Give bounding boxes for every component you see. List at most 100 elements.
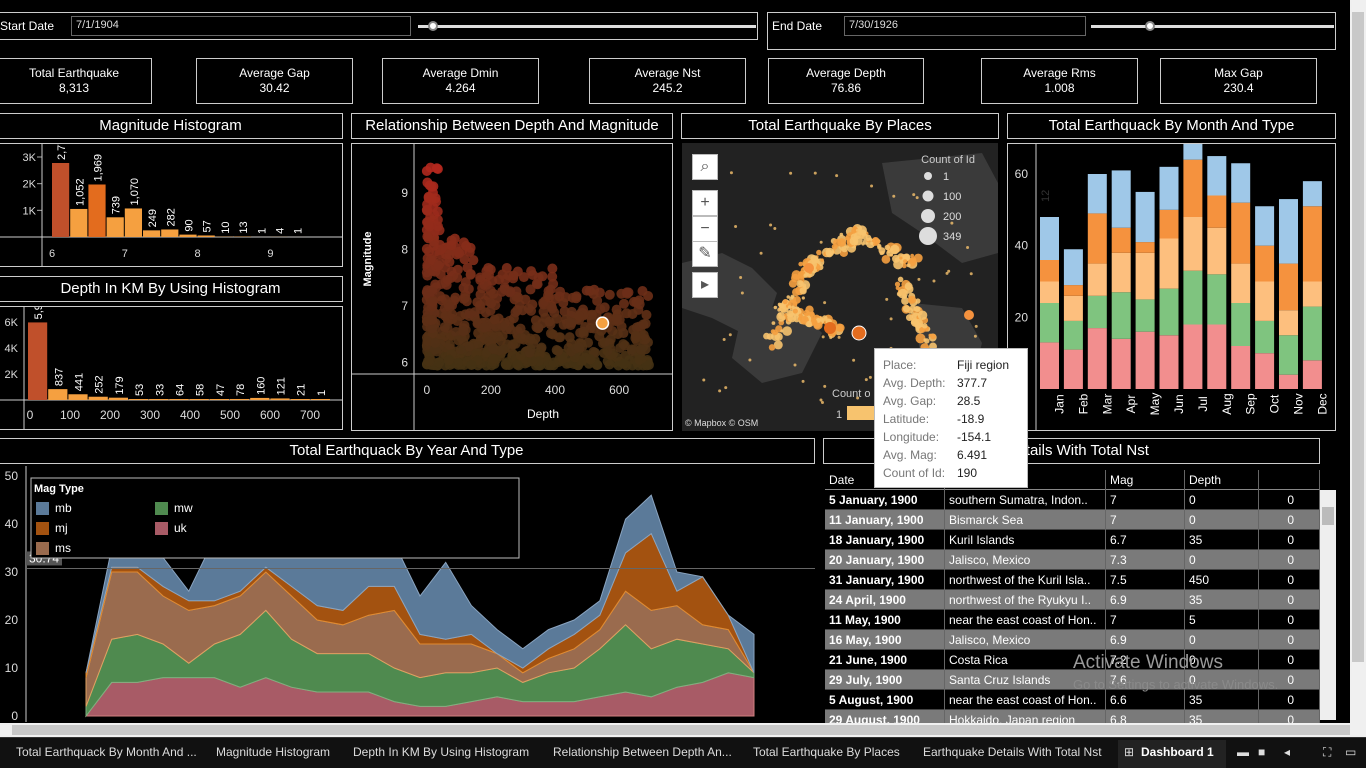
table-scrollbar-thumb[interactable] [1322,507,1334,525]
map-point [966,245,970,249]
depth-histogram-title: Depth In KM By Using Histogram [0,276,343,302]
month-bar-segment [1302,360,1322,389]
tooltip-value: -154.1 [957,430,992,444]
month-bar-segment [1255,353,1275,389]
back-icon[interactable]: ◂ [1284,745,1290,759]
mag-bar [124,208,142,237]
row-date: 31 January, 1900 [825,570,945,590]
row-date: 18 January, 1900 [825,530,945,550]
end-date-slider-handle[interactable] [1145,21,1155,31]
scatter-point [458,326,469,337]
scatter-point [432,206,443,217]
depth-bar-label: 47 [215,384,227,396]
depth-bar [270,398,290,400]
present-icon[interactable]: ▭ [1345,745,1356,759]
map-zoom-in-button[interactable]: + [692,190,718,216]
map-point [829,336,833,340]
end-date-slider[interactable] [1091,25,1334,28]
year-y-tick: 50 [5,469,19,483]
map-point [853,232,862,240]
mag-bar [179,234,197,237]
tab-depth-magnitude[interactable]: Relationship Between Depth An... [553,745,732,759]
tab-month-type[interactable]: Total Earthquack By Month And ... [16,745,197,759]
header-nst[interactable] [1259,470,1320,490]
table-row[interactable]: 16 May, 1900 Jalisco, Mexico 6.9 0 0 [825,630,1320,650]
header-mag[interactable]: Mag [1106,470,1185,490]
table-row[interactable]: 18 January, 1900 Kuril Islands 6.7 35 0 [825,530,1320,550]
depth-bar [68,394,88,400]
scatter-point [488,353,499,364]
year-legend-box [30,477,520,559]
start-date-input[interactable]: 7/1/1904 [71,16,411,36]
table-row[interactable]: 24 April, 1900 northwest of the Ryukyu I.… [825,590,1320,610]
scatter-point [533,322,544,333]
month-bar-segment [1063,320,1083,350]
scatter-point [427,296,438,307]
row-place: near the east coast of Hon.. [945,610,1106,630]
month-chart-title: Total Earthquack By Month And Type [1007,113,1336,139]
tooltip-key: Avg. Depth: [883,376,946,390]
scatter-point [430,337,441,348]
map-play-button[interactable]: ▸ [692,272,718,298]
map-point [798,281,803,286]
table-row[interactable]: 31 January, 1900 northwest of the Kuril I… [825,570,1320,590]
mag-bar [197,235,215,237]
map-point [769,223,773,227]
year-y-tick: 30 [5,565,19,579]
scatter-point [585,354,596,365]
month-x-tick: Aug [1220,393,1234,414]
single-view-icon[interactable]: ■ [1258,745,1265,759]
map-point [748,358,752,362]
map-zoom-out-button[interactable]: − [692,216,718,242]
depth-bar-label: 441 [74,373,86,391]
month-y-tick: 20 [1015,310,1029,324]
depth-y-tick: 4K [5,343,19,355]
header-depth[interactable]: Depth [1185,470,1259,490]
map-pin-button[interactable]: ✎ [692,241,718,267]
map-color-legend-min: 1 [836,409,842,421]
scatter-point [497,286,508,297]
month-x-tick: Jul [1196,396,1210,411]
map-point [823,301,827,305]
scatter-point [523,303,534,314]
horizontal-scrollbar-thumb[interactable] [12,725,1350,735]
tab-depth-histogram[interactable]: Depth In KM By Using Histogram [353,745,529,759]
table-row[interactable]: 11 January, 1900 Bismarck Sea 7 0 0 [825,510,1320,530]
tooltip-key: Longitude: [883,430,940,444]
map-point [852,358,856,362]
grid-view-icon[interactable]: ▬ [1237,745,1249,759]
tab-dashboard[interactable]: Dashboard 1 [1141,745,1214,759]
tab-places[interactable]: Total Earthquake By Places [753,745,900,759]
start-date-slider[interactable] [418,25,756,28]
table-row[interactable]: 11 May, 1900 near the east coast of Hon..… [825,610,1320,630]
map-point [915,333,926,344]
mag-bar-label: 1,052 [74,178,86,206]
map-size-legend-label: 349 [943,231,961,243]
vertical-scrollbar-thumb[interactable] [1352,12,1364,662]
map-point [823,384,827,388]
tooltip-value: 28.5 [957,394,981,408]
depth-bar-label: 21 [296,384,308,396]
end-date-input[interactable]: 7/30/1926 [844,16,1086,36]
tab-details[interactable]: Earthquake Details With Total Nst [923,745,1102,759]
fullscreen-icon[interactable]: ⛶ [1323,745,1331,760]
depth-bar [88,396,108,400]
map-point [792,288,801,297]
month-annotation: 12 [1040,190,1052,202]
start-date-slider-handle[interactable] [428,21,438,31]
table-row[interactable]: 5 August, 1900 near the east coast of Hon… [825,690,1320,710]
table-row[interactable]: 20 January, 1900 Jalisco, Mexico 7.3 0 0 [825,550,1320,570]
scatter-point [428,181,439,192]
map-search-button[interactable]: ⌕ [692,154,718,180]
month-bar-segment [1183,159,1203,217]
mag-bar-label: 1,969 [93,154,105,182]
tab-magnitude-histogram[interactable]: Magnitude Histogram [216,745,330,759]
row-mag: 7.5 [1106,570,1185,590]
depth-bar [48,389,68,400]
map-point [868,237,873,241]
scatter-point [503,270,514,281]
mag-bar [88,184,106,237]
mag-y-tick: 2K [23,179,37,191]
table-row[interactable]: 5 January, 1900 southern Sumatra, Indon..… [825,490,1320,510]
map-point [913,305,920,312]
